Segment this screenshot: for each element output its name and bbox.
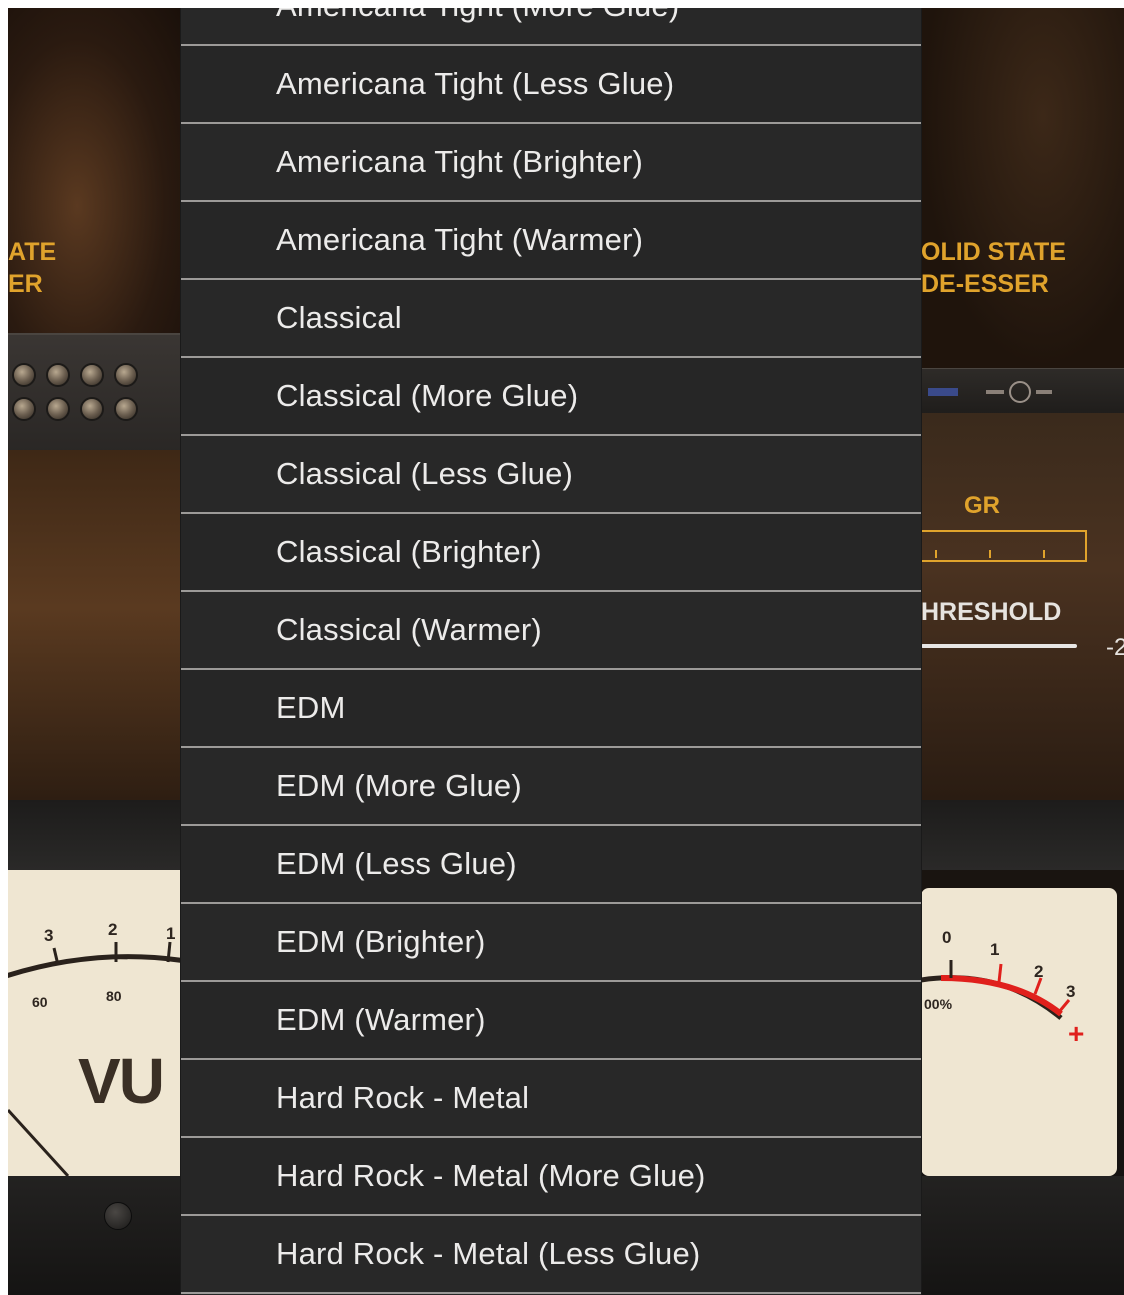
knob[interactable] — [12, 363, 36, 387]
preset-menu-item[interactable]: Classical — [181, 280, 921, 358]
vu-right-scale-3: 3 — [1066, 982, 1076, 1001]
vu-title: VU — [78, 1045, 165, 1117]
vu-plus-sign: + — [1068, 1018, 1085, 1049]
threshold-value: -2 — [1106, 634, 1124, 661]
vu-scale-1: 1 — [166, 924, 176, 943]
preset-menu-item[interactable]: Classical (Less Glue) — [181, 436, 921, 514]
preset-menu-item[interactable]: Hard Rock - Metal (Less Glue) — [181, 1216, 921, 1294]
vu-meter-left — [8, 870, 181, 1176]
right-studio-background — [921, 8, 1124, 368]
knob[interactable] — [114, 397, 138, 421]
preset-menu-item[interactable]: Hard Rock - Metal (More Glue) — [181, 1138, 921, 1216]
knob[interactable] — [80, 363, 104, 387]
preset-menu-item[interactable]: Americana Tight (Warmer) — [181, 202, 921, 280]
preset-menu-item[interactable]: EDM (Warmer) — [181, 982, 921, 1060]
knob[interactable] — [114, 363, 138, 387]
preset-menu-item[interactable]: Classical (Brighter) — [181, 514, 921, 592]
vu-right-scale-1: 1 — [990, 940, 1000, 959]
plugin-window: ATE ER OLID STATE DE-ESSER GR HRESHOLD -… — [8, 8, 1124, 1295]
preset-menu-item[interactable]: Americana Tight (Less Glue) — [181, 46, 921, 124]
preset-list: Americana Tight (More Glue)Americana Tig… — [181, 8, 921, 1294]
preset-menu-item[interactable]: Americana Tight (Brighter) — [181, 124, 921, 202]
vu-scale-3: 3 — [44, 926, 54, 945]
preset-dropdown-menu[interactable]: Americana Tight (More Glue)Americana Tig… — [181, 8, 921, 1295]
knob[interactable] — [46, 363, 70, 387]
preset-menu-item[interactable]: EDM (More Glue) — [181, 748, 921, 826]
knob[interactable] — [46, 397, 70, 421]
screw-icon — [104, 1202, 132, 1230]
preset-menu-item[interactable]: EDM (Less Glue) — [181, 826, 921, 904]
preset-menu-item[interactable]: EDM (Brighter) — [181, 904, 921, 982]
vu-right-percent: 00% — [924, 996, 953, 1012]
right-label-line1: OLID STATE — [921, 238, 1066, 266]
left-module-label: ATE ER — [8, 236, 56, 300]
threshold-label: HRESHOLD — [921, 598, 1062, 626]
knob[interactable] — [80, 397, 104, 421]
vu-percent-60: 60 — [32, 994, 48, 1010]
left-knob-strip — [8, 333, 181, 454]
left-label-line1: ATE — [8, 238, 57, 266]
left-studio-lower — [8, 450, 181, 800]
right-label-line2: DE-ESSER — [921, 270, 1049, 298]
right-module-label: OLID STATE DE-ESSER — [921, 236, 1066, 300]
knob[interactable] — [12, 397, 36, 421]
vu-percent-80: 80 — [106, 988, 122, 1004]
threshold-slider[interactable] — [921, 644, 1077, 648]
left-label-line2: ER — [8, 270, 43, 298]
preset-menu-item[interactable]: Classical (More Glue) — [181, 358, 921, 436]
vu-scale-2: 2 — [108, 920, 118, 939]
vu-right-scale-2: 2 — [1034, 962, 1044, 981]
vu-arc-left — [8, 941, 181, 1176]
gr-label: GR — [964, 492, 1000, 519]
preset-menu-item[interactable]: Americana Tight (More Glue) — [181, 8, 921, 46]
gr-meter — [913, 530, 1087, 562]
preset-menu-item[interactable]: Hard Rock - Metal — [181, 1060, 921, 1138]
mini-controls-icon — [928, 381, 1052, 403]
preset-menu-item[interactable]: EDM — [181, 670, 921, 748]
preset-menu-item[interactable]: Classical (Warmer) — [181, 592, 921, 670]
vu-right-scale-0: 0 — [942, 928, 952, 947]
